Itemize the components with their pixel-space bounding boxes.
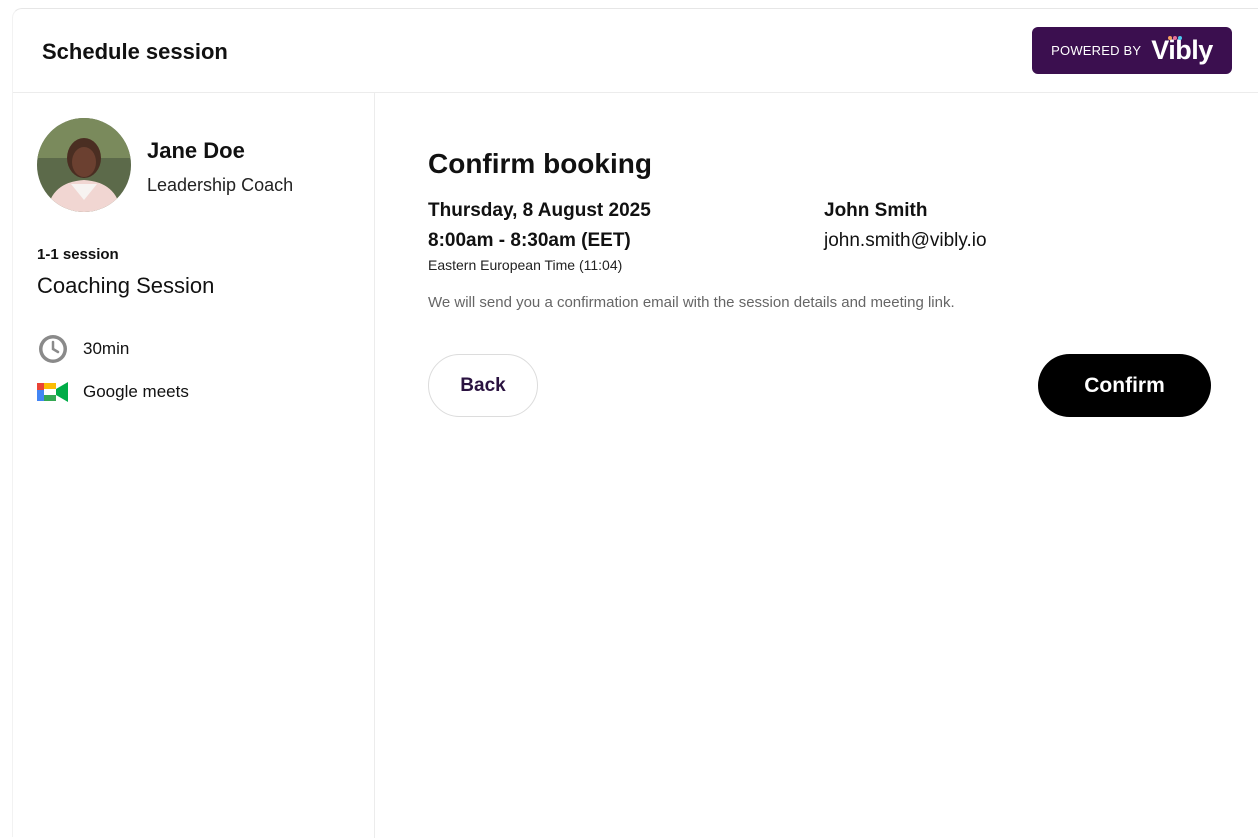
coach-name: Jane Doe — [147, 138, 245, 163]
client-name: John Smith — [824, 200, 928, 221]
page-title: Schedule session — [42, 39, 228, 64]
vibly-logo: Vibly — [1151, 35, 1213, 66]
session-name: Coaching Session — [37, 273, 215, 298]
session-type: 1-1 session — [37, 246, 119, 263]
coach-portrait-icon — [37, 118, 131, 212]
booking-panel: Confirm booking Thursday, 8 August 2025 … — [375, 93, 1258, 838]
booking-timezone: Eastern European Time (11:04) — [428, 257, 623, 273]
duration-row: 30min — [37, 333, 129, 365]
powered-by-badge[interactable]: POWERED BY Vibly — [1032, 27, 1232, 74]
location-text: Google meets — [83, 382, 189, 401]
booking-date: Thursday, 8 August 2025 — [428, 200, 651, 221]
coach-title: Leadership Coach — [147, 175, 294, 195]
confirmation-notice: We will send you a confirmation email wi… — [428, 294, 955, 311]
booking-time: 8:00am - 8:30am (EET) — [428, 230, 631, 251]
scheduler-card: Schedule session POWERED BY Vibly Jane D… — [12, 8, 1258, 838]
powered-by-text: POWERED BY — [1051, 43, 1142, 58]
duration-text: 30min — [83, 339, 130, 358]
logo-dots-icon — [1168, 36, 1183, 40]
confirm-button[interactable]: Confirm — [1038, 354, 1211, 417]
session-sidebar: Jane Doe Leadership Coach 1-1 session Co… — [13, 93, 375, 838]
avatar — [37, 118, 131, 212]
header: Schedule session POWERED BY Vibly — [13, 9, 1258, 93]
confirm-booking-heading: Confirm booking — [428, 148, 652, 179]
google-meet-icon — [37, 382, 68, 402]
clock-icon — [39, 335, 67, 363]
location-row: Google meets — [37, 379, 189, 405]
back-button[interactable]: Back — [428, 354, 538, 417]
client-email: john.smith@vibly.io — [824, 230, 987, 251]
